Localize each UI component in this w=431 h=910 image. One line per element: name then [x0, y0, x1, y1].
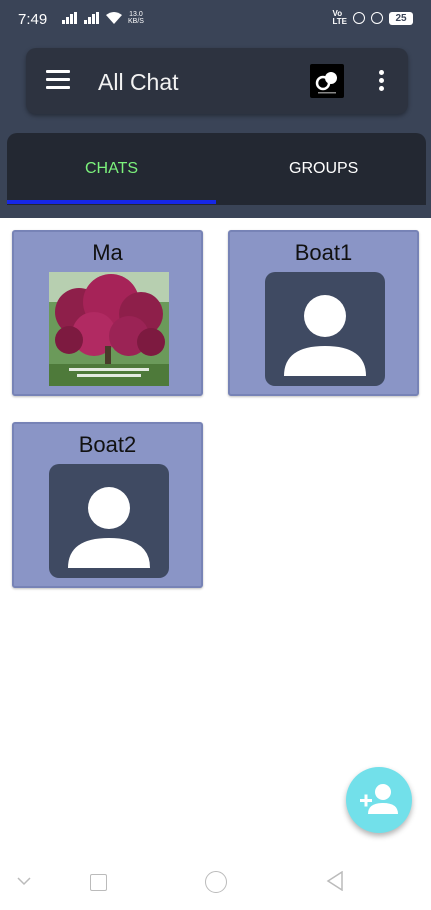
back-button[interactable]	[326, 871, 344, 891]
app-logo-icon[interactable]	[310, 64, 344, 98]
hotspot-icon	[353, 12, 365, 24]
status-bar: 7:49 13.0 KB/S Vo LTE 25	[0, 0, 431, 38]
chat-name: Boat2	[78, 432, 137, 457]
status-left-icons: 13.0 KB/S	[62, 11, 144, 25]
chat-card-boat2[interactable]: Boat2	[12, 422, 203, 588]
status-time: 7:49	[18, 11, 48, 28]
chat-name: Boat1	[294, 240, 353, 265]
home-button[interactable]	[205, 871, 227, 893]
signal-icon	[62, 12, 78, 24]
chevron-down-icon[interactable]	[17, 876, 31, 886]
wifi-icon	[106, 12, 122, 24]
alarm-icon	[371, 12, 383, 24]
volte-bottom: LTE	[332, 17, 347, 26]
chat-card-ma[interactable]: Ma	[12, 230, 203, 396]
add-person-icon	[360, 784, 398, 814]
more-vert-icon[interactable]	[379, 70, 385, 92]
battery-icon: 25	[389, 11, 413, 25]
network-speed-unit: KB/S	[128, 18, 144, 25]
status-right-icons: Vo LTE 25	[332, 10, 413, 26]
tab-groups[interactable]: GROUPS	[289, 160, 358, 178]
tab-bar: CHATS GROUPS	[7, 133, 426, 205]
add-contact-button[interactable]	[346, 767, 412, 833]
network-speed-value: 13.0	[129, 11, 143, 18]
system-nav-bar	[0, 852, 431, 910]
default-person-icon	[49, 464, 169, 578]
chat-name: Ma	[92, 240, 123, 265]
network-speed: 13.0 KB/S	[128, 11, 144, 25]
toolbar: All Chat	[26, 48, 408, 114]
default-person-icon	[265, 272, 385, 386]
tab-indicator	[7, 200, 216, 204]
recents-button[interactable]	[90, 874, 107, 891]
signal-icon	[84, 12, 100, 24]
page-title: All Chat	[98, 69, 179, 95]
chat-card-boat1[interactable]: Boat1	[228, 230, 419, 396]
flower-tree-photo	[49, 272, 169, 386]
tab-chats[interactable]: CHATS	[85, 160, 138, 178]
volte-indicator: Vo LTE	[332, 10, 347, 26]
hamburger-menu-icon[interactable]	[46, 70, 70, 90]
